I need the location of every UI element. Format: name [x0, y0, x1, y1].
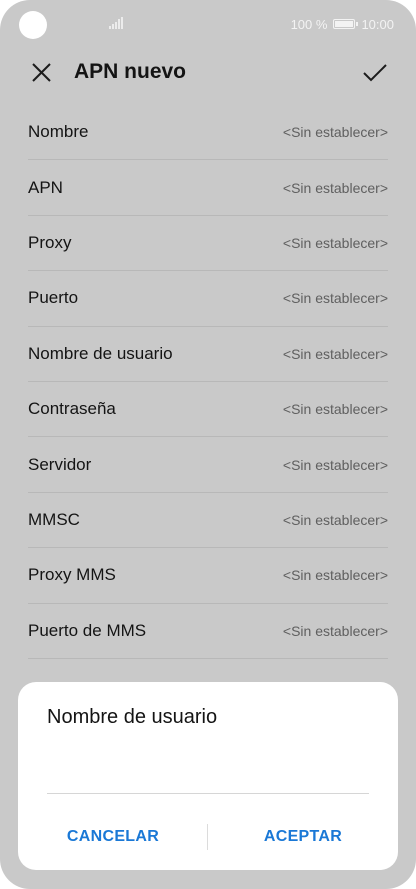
- setting-row-puerto-de-mms[interactable]: Puerto de MMS <Sin establecer>: [28, 604, 388, 659]
- setting-label: MMSC: [28, 509, 80, 529]
- setting-row-servidor[interactable]: Servidor <Sin establecer>: [28, 437, 388, 493]
- cancel-button[interactable]: CANCELAR: [18, 820, 208, 854]
- setting-row-puerto[interactable]: Puerto <Sin establecer>: [28, 271, 388, 327]
- setting-value: <Sin establecer>: [282, 567, 388, 584]
- status-right: 100 % 10:00: [291, 15, 394, 33]
- setting-label: Proxy MMS: [28, 565, 116, 585]
- setting-row-nombre-de-usuario[interactable]: Nombre de usuario <Sin establecer>: [28, 327, 388, 382]
- setting-value: <Sin establecer>: [282, 179, 388, 196]
- setting-row-proxy-mms[interactable]: Proxy MMS <Sin establecer>: [28, 548, 388, 604]
- status-bar: 100 % 10:00: [0, 0, 416, 48]
- setting-label: Proxy: [28, 232, 72, 252]
- app-header: APN nuevo: [0, 48, 416, 98]
- setting-row-proxy[interactable]: Proxy <Sin establecer>: [28, 216, 388, 272]
- setting-row-contrasena[interactable]: Contraseña <Sin establecer>: [28, 382, 388, 438]
- setting-value: <Sin establecer>: [282, 622, 388, 639]
- setting-value: <Sin establecer>: [282, 234, 388, 251]
- setting-label: Nombre de usuario: [28, 343, 173, 363]
- setting-label: Nombre: [28, 122, 89, 142]
- setting-label: Puerto: [28, 288, 79, 308]
- battery-icon: [333, 19, 359, 29]
- phone-screen: 100 % 10:00 APN nuevo Nombre <Sin establ…: [0, 0, 416, 889]
- setting-row-apn[interactable]: APN <Sin establecer>: [28, 160, 388, 216]
- setting-value: <Sin establecer>: [282, 401, 388, 418]
- setting-value: <Sin establecer>: [282, 124, 388, 141]
- setting-row-nombre[interactable]: Nombre <Sin establecer>: [28, 105, 388, 161]
- page-title: APN nuevo: [74, 60, 187, 83]
- setting-value: <Sin establecer>: [282, 456, 388, 473]
- setting-value: <Sin establecer>: [282, 511, 388, 528]
- camera-cutout: [19, 11, 47, 39]
- apn-settings-list: Nombre <Sin establecer> APN <Sin estable…: [28, 105, 388, 659]
- clock: 10:00: [361, 16, 394, 32]
- username-dialog: Nombre de usuario CANCELAR ACEPTAR: [18, 682, 398, 870]
- setting-value: <Sin establecer>: [282, 290, 388, 307]
- username-input[interactable]: [47, 742, 369, 794]
- setting-label: Contraseña: [28, 399, 116, 419]
- setting-label: Servidor: [28, 454, 92, 474]
- battery-percent: 100 %: [290, 16, 328, 32]
- dialog-buttons: CANCELAR ACEPTAR: [18, 820, 398, 854]
- accept-button[interactable]: ACEPTAR: [208, 820, 398, 854]
- setting-row-mmsc[interactable]: MMSC <Sin establecer>: [28, 493, 388, 549]
- dialog-title: Nombre de usuario: [47, 706, 218, 728]
- signal-icon: [109, 17, 123, 29]
- setting-label: Puerto de MMS: [28, 620, 147, 640]
- close-icon[interactable]: [26, 58, 56, 88]
- setting-value: <Sin establecer>: [282, 345, 388, 362]
- check-icon[interactable]: [360, 58, 390, 88]
- setting-label: APN: [28, 177, 63, 197]
